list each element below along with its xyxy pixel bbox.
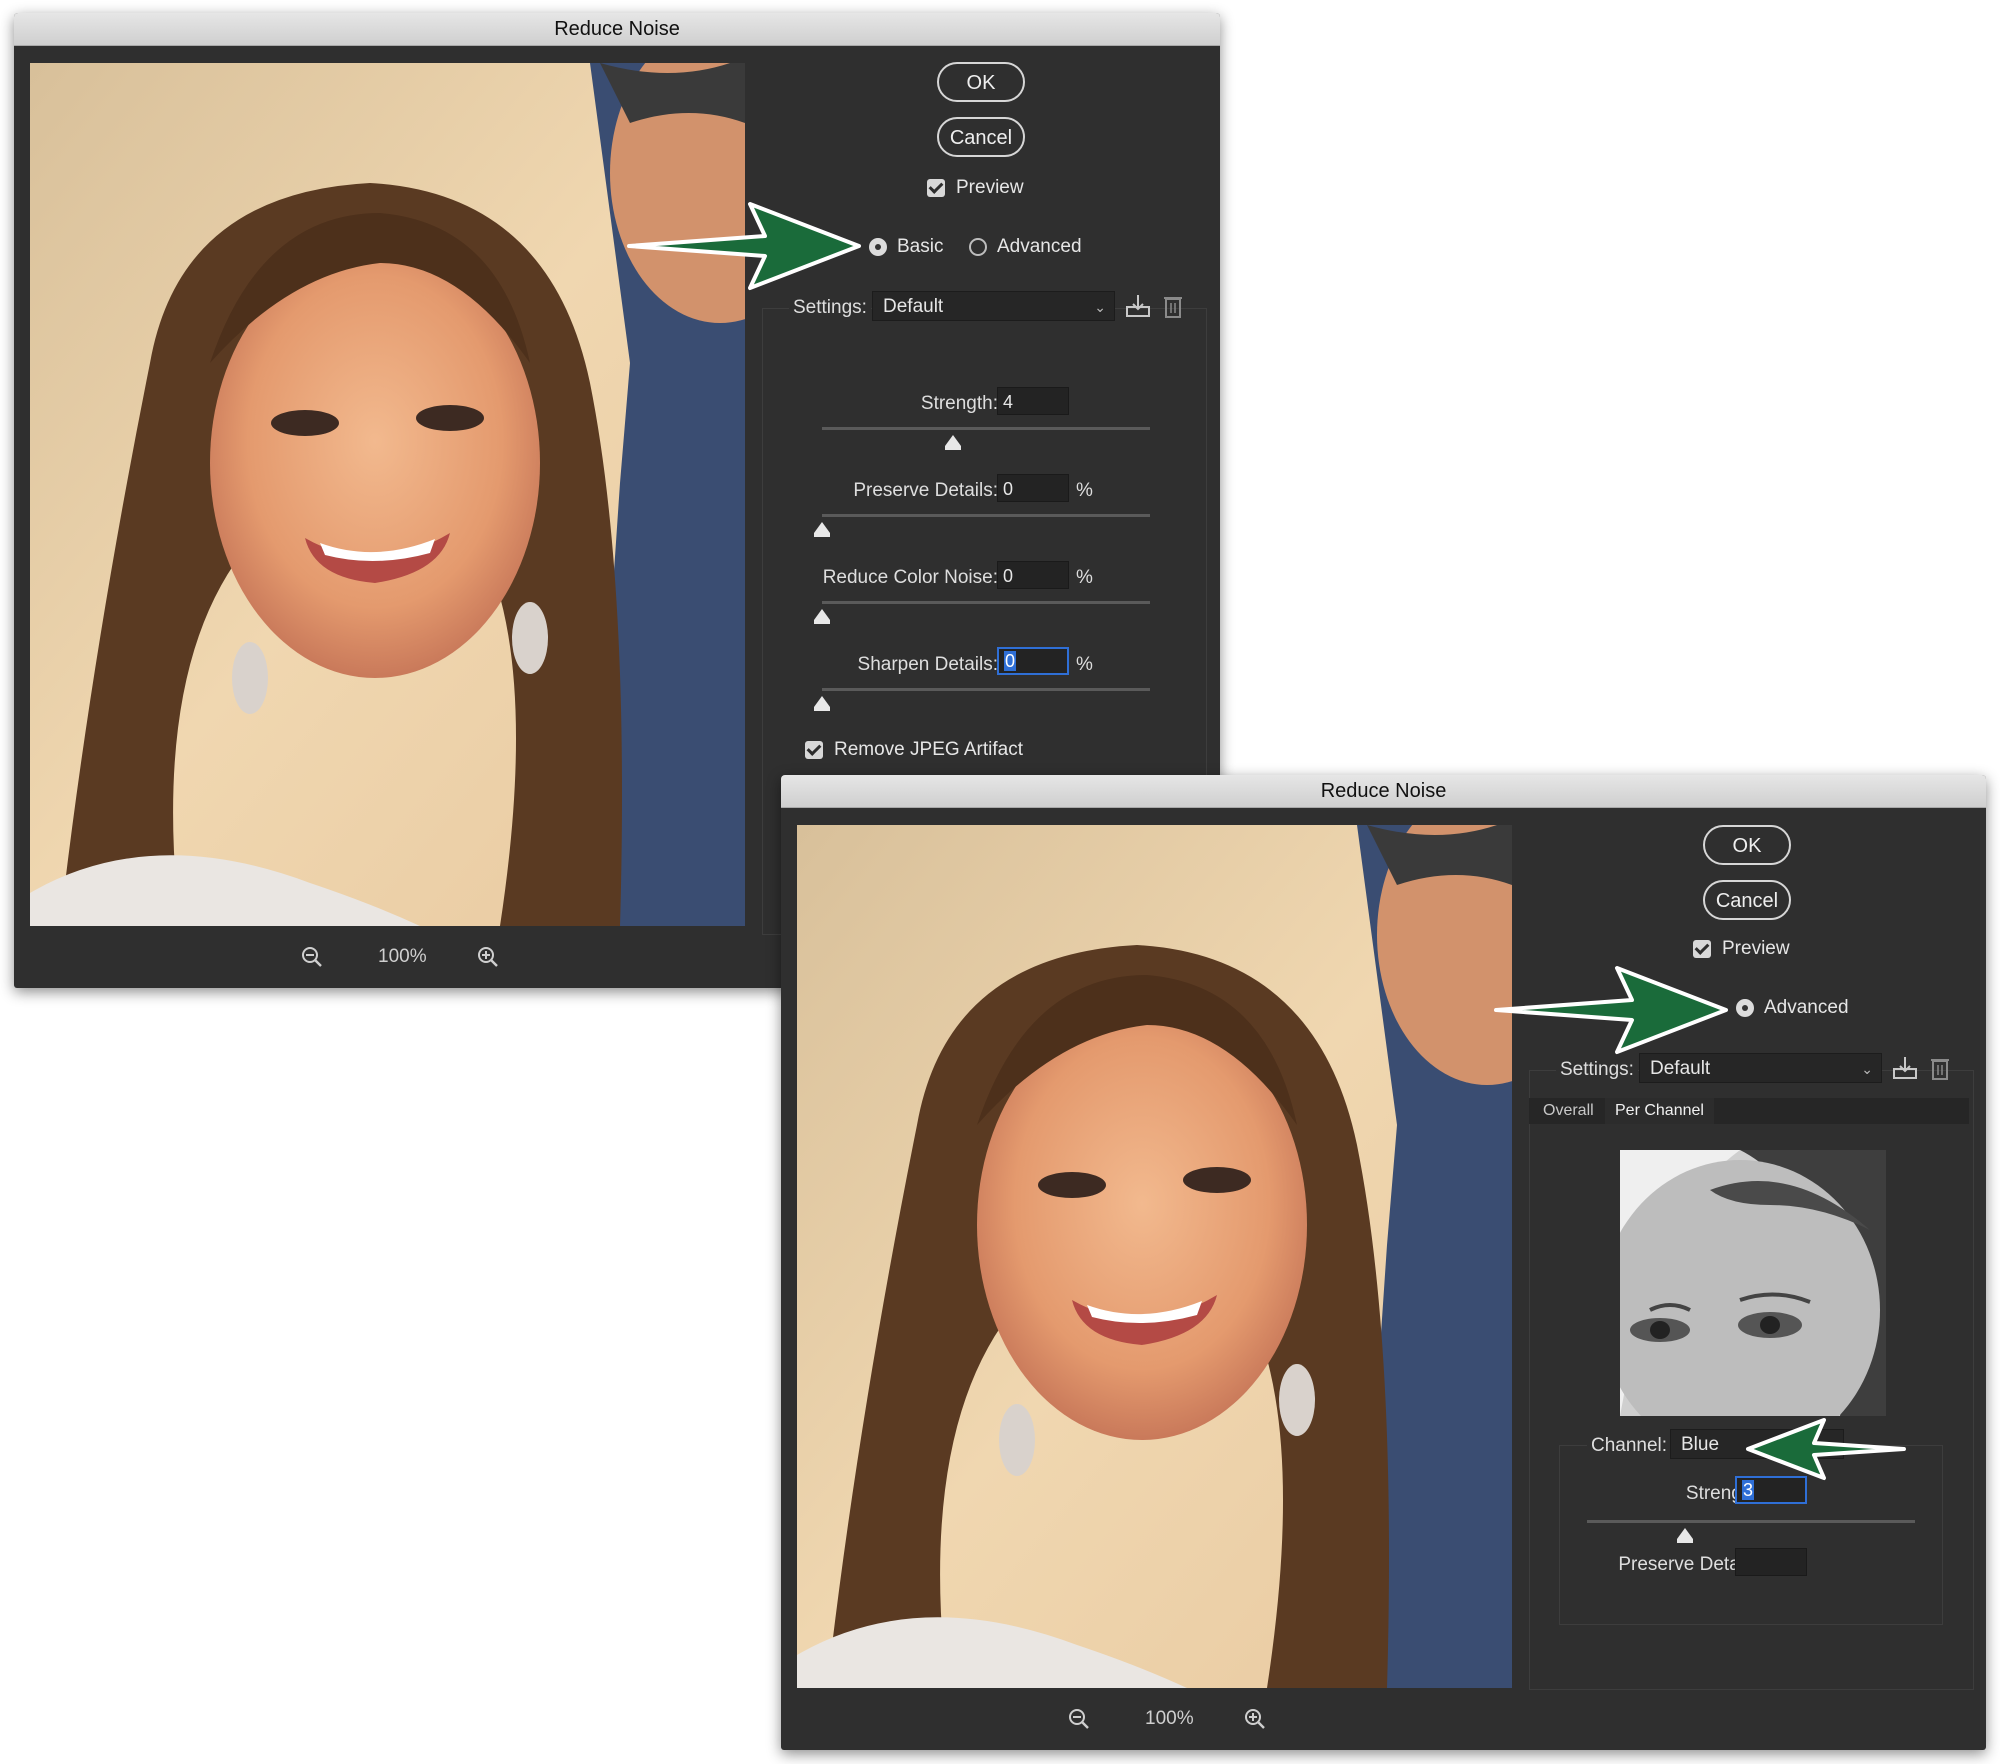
reduce-color-noise-label: Reduce Color Noise:	[822, 567, 998, 588]
sharpen-details-slider-thumb[interactable]	[814, 696, 830, 711]
zoom-in-icon[interactable]	[476, 945, 500, 969]
zoom-bar: 100%	[797, 1695, 1512, 1745]
reduce-color-noise-slider-track[interactable]	[822, 601, 1150, 604]
radio-dot[interactable]	[969, 238, 987, 256]
sharpen-details-value: 0	[1004, 651, 1017, 671]
strength-slider-thumb[interactable]	[945, 435, 962, 450]
reduce-noise-dialog-advanced: Reduce Noise 100% OK Cancel Preview Adva…	[781, 775, 1986, 1750]
strength-slider-track[interactable]	[1587, 1520, 1915, 1523]
advanced-radio[interactable]: Advanced	[969, 236, 1082, 258]
ok-button[interactable]: OK	[937, 62, 1025, 102]
zoom-out-icon[interactable]	[1067, 1707, 1091, 1731]
reduce-color-noise-input[interactable]: 0	[997, 561, 1069, 589]
radio-dot[interactable]	[1736, 999, 1754, 1017]
basic-radio[interactable]: Basic	[869, 236, 943, 258]
settings-value: Default	[883, 296, 944, 317]
channel-label: Channel:	[1587, 1435, 1672, 1457]
zoom-bar: 100%	[30, 933, 745, 983]
preview-label: Preview	[956, 177, 1024, 198]
preserve-details-slider-thumb[interactable]	[814, 522, 830, 537]
remove-jpeg-artifact-label: Remove JPEG Artifact	[834, 739, 1024, 760]
settings-label: Settings:	[1556, 1059, 1638, 1081]
preview-image[interactable]	[30, 63, 745, 926]
strength-label: Strength:	[920, 393, 998, 414]
radio-dot[interactable]	[869, 238, 887, 256]
preserve-details-value: 0	[1003, 479, 1014, 499]
cancel-button[interactable]: Cancel	[1703, 880, 1791, 920]
channel-preview-image	[1620, 1150, 1886, 1416]
channel-value: Blue	[1681, 1434, 1720, 1455]
preview-checkbox[interactable]: Preview	[1693, 938, 1790, 960]
annotation-arrow-advanced	[1494, 966, 1728, 1054]
delete-preset-icon[interactable]	[1929, 1055, 1951, 1081]
settings-label: Settings:	[789, 297, 871, 319]
reduce-color-noise-value: 0	[1003, 566, 1014, 586]
advanced-radio[interactable]: Advanced	[1736, 997, 1849, 1019]
dialog-title: Reduce Noise	[1320, 780, 1447, 802]
settings-value: Default	[1650, 1058, 1711, 1079]
strength-slider-track[interactable]	[822, 427, 1150, 430]
settings-dropdown[interactable]: Default ⌄	[872, 291, 1115, 321]
dialog-title: Reduce Noise	[554, 18, 680, 40]
advanced-label: Advanced	[997, 236, 1082, 257]
zoom-level: 100%	[378, 946, 427, 967]
tab-overall[interactable]: Overall	[1533, 1098, 1604, 1124]
percent-unit: %	[1076, 480, 1093, 501]
basic-label: Basic	[897, 236, 944, 257]
sharpen-details-input[interactable]: 0	[997, 647, 1069, 675]
advanced-label: Advanced	[1764, 997, 1849, 1018]
remove-jpeg-artifact-checkbox[interactable]: Remove JPEG Artifact	[805, 739, 1023, 761]
reduce-color-noise-slider-thumb[interactable]	[814, 609, 830, 624]
annotation-arrow-basic	[627, 202, 861, 290]
checkbox-box[interactable]	[927, 179, 945, 197]
dialog-title-bar: Reduce Noise	[781, 775, 1986, 808]
chevron-down-icon: ⌄	[1861, 1061, 1873, 1077]
percent-unit: %	[1076, 654, 1093, 675]
preserve-details-input[interactable]	[1735, 1548, 1807, 1576]
zoom-level: 100%	[1145, 1708, 1194, 1729]
zoom-in-icon[interactable]	[1243, 1707, 1267, 1731]
ok-button[interactable]: OK	[1703, 825, 1791, 865]
strength-value: 3	[1742, 1480, 1755, 1500]
chevron-down-icon: ⌄	[1094, 299, 1106, 315]
sharpen-details-label: Sharpen Details:	[857, 654, 998, 675]
checkbox-box[interactable]	[805, 741, 823, 759]
preserve-details-slider-track[interactable]	[822, 514, 1150, 517]
percent-unit: %	[1076, 567, 1093, 588]
cancel-button[interactable]: Cancel	[937, 117, 1025, 157]
save-preset-icon[interactable]	[1125, 293, 1151, 319]
sharpen-details-slider-track[interactable]	[822, 688, 1150, 691]
preview-image[interactable]	[797, 825, 1512, 1688]
strength-input[interactable]: 4	[997, 387, 1069, 415]
strength-slider-thumb[interactable]	[1677, 1528, 1694, 1543]
tab-per-channel[interactable]: Per Channel	[1605, 1098, 1714, 1124]
save-preset-icon[interactable]	[1892, 1055, 1918, 1081]
checkbox-box[interactable]	[1693, 940, 1711, 958]
preserve-details-label: Preserve Details:	[853, 480, 998, 501]
strength-value: 4	[1003, 392, 1014, 412]
dialog-title-bar: Reduce Noise	[14, 13, 1220, 46]
annotation-arrow-channel	[1746, 1418, 1906, 1480]
preview-label: Preview	[1722, 938, 1790, 959]
zoom-out-icon[interactable]	[300, 945, 324, 969]
preview-checkbox[interactable]: Preview	[927, 177, 1024, 199]
preserve-details-input[interactable]: 0	[997, 474, 1069, 502]
delete-preset-icon[interactable]	[1162, 293, 1184, 319]
